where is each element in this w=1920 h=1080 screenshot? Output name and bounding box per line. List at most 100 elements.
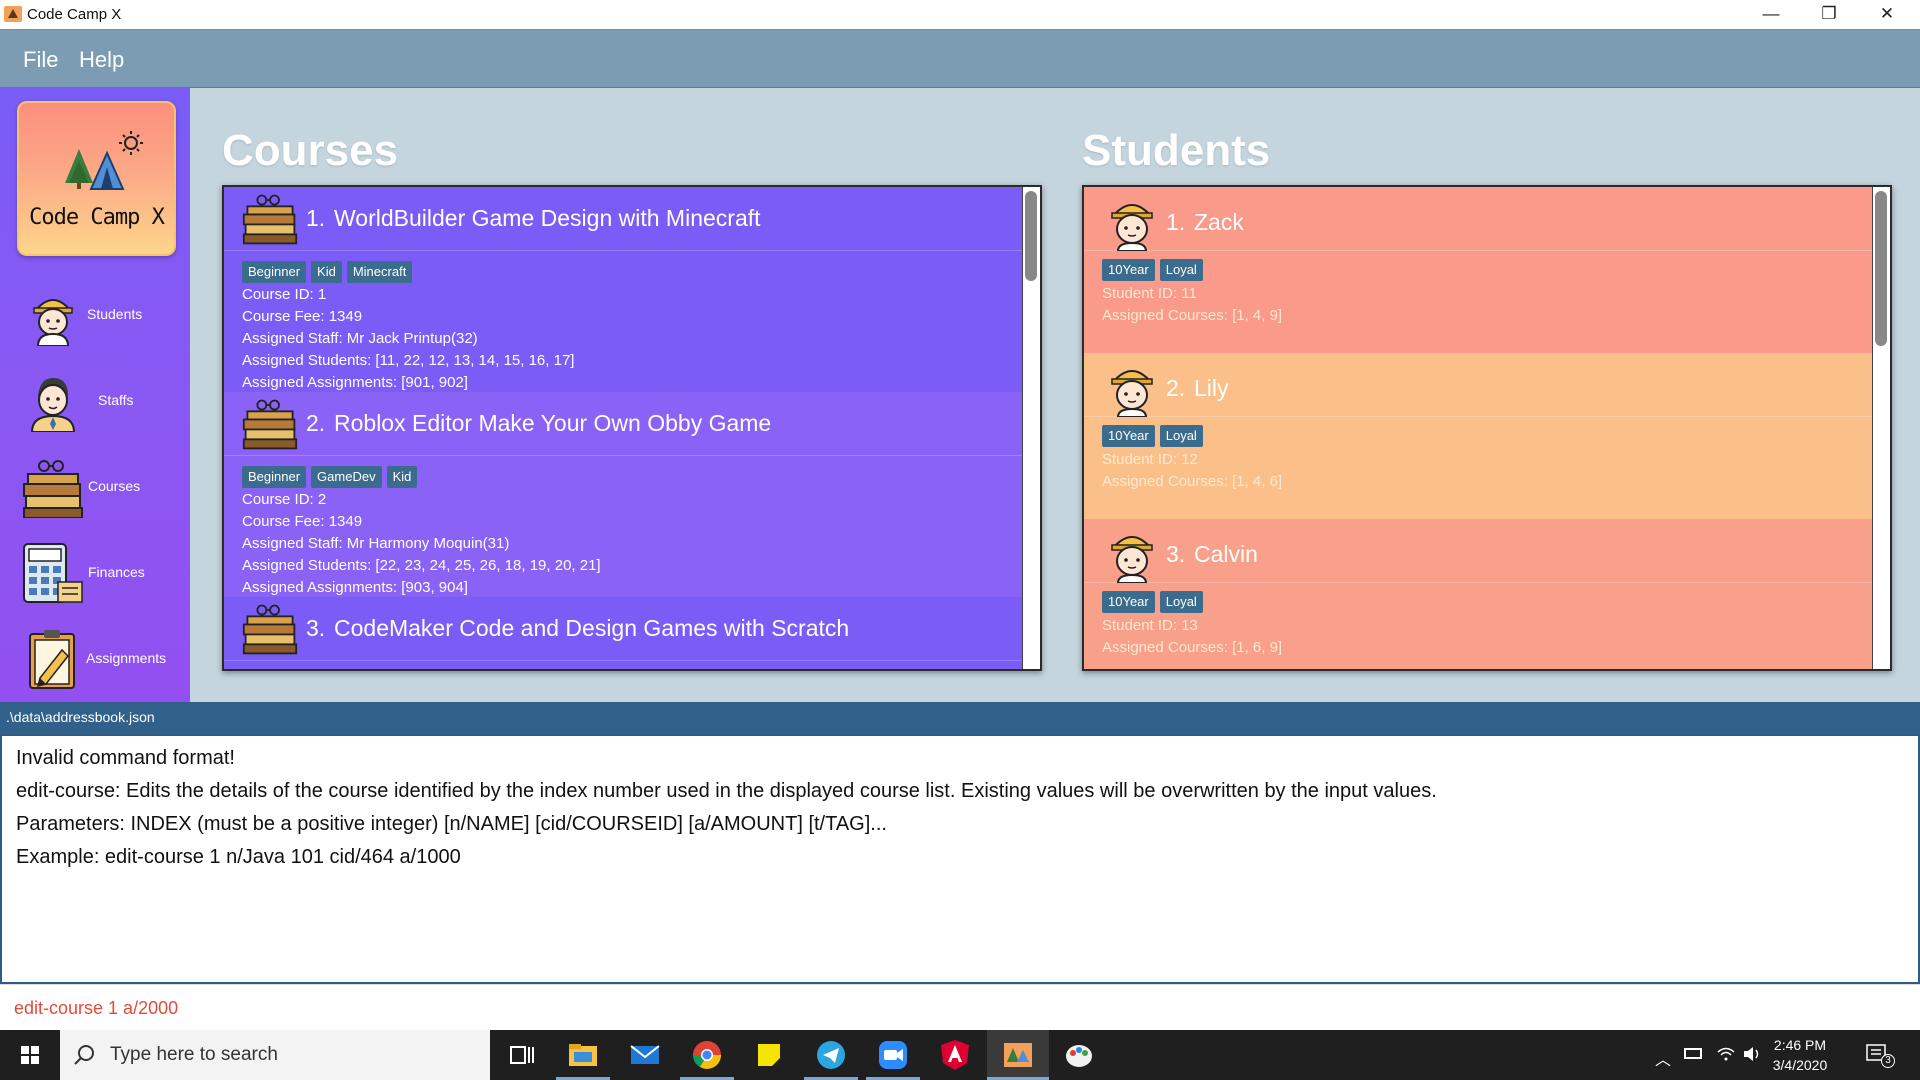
sidebar-item-staffs[interactable]: Staffs bbox=[0, 362, 190, 442]
result-line: Parameters: INDEX (must be a positive in… bbox=[16, 813, 887, 835]
tag: Loyal bbox=[1159, 591, 1203, 613]
course-assignments: Assigned Assignments: [901, 902] bbox=[242, 374, 468, 391]
student-name: Lily bbox=[1194, 375, 1229, 401]
tray-chevron-icon[interactable]: ︿ bbox=[1655, 1046, 1671, 1070]
course-card[interactable]: 1. WorldBuilder Game Design with Minecra… bbox=[224, 187, 1024, 392]
staff-icon bbox=[30, 378, 76, 432]
chrome-icon[interactable] bbox=[680, 1038, 734, 1080]
student-list[interactable]: 1. Zack 10Year Loyal Student ID: 11 Assig… bbox=[1082, 185, 1892, 671]
main-content: Courses Students 1. WorldBuilder Game De… bbox=[190, 88, 1920, 702]
windows-icon bbox=[21, 1046, 39, 1064]
student-tags: 10Year Loyal bbox=[1102, 425, 1208, 447]
scrollbar-thumb[interactable] bbox=[1875, 191, 1887, 346]
task-view-icon[interactable] bbox=[505, 1038, 539, 1072]
close-button[interactable]: ✕ bbox=[1858, 0, 1916, 29]
sidebar-label-staffs: Staffs bbox=[98, 392, 134, 408]
volume-icon[interactable] bbox=[1742, 1044, 1762, 1069]
logo-text: Code Camp X bbox=[29, 205, 165, 230]
sidebar-item-assignments[interactable]: Assignments bbox=[0, 620, 190, 700]
student-id: Student ID: 13 bbox=[1102, 617, 1198, 634]
tag: 10Year bbox=[1102, 591, 1155, 613]
paint-icon[interactable] bbox=[1062, 1038, 1096, 1072]
wifi-icon[interactable] bbox=[1716, 1044, 1736, 1069]
student-list-scrollbar[interactable] bbox=[1872, 187, 1890, 669]
tag: Kid bbox=[311, 261, 342, 283]
student-icon bbox=[33, 299, 73, 346]
course-staff: Assigned Staff: Mr Jack Printup(32) bbox=[242, 330, 478, 347]
taskbar-active-app[interactable] bbox=[987, 1030, 1049, 1080]
code-camp-x-icon bbox=[1004, 1043, 1032, 1067]
course-index: 2. bbox=[306, 410, 326, 436]
student-tags: 10Year Loyal bbox=[1102, 259, 1208, 281]
course-index: 3. bbox=[306, 615, 326, 641]
scrollbar-thumb[interactable] bbox=[1025, 191, 1037, 281]
course-list-scrollbar[interactable] bbox=[1022, 187, 1040, 669]
notification-center-icon[interactable]: 3 bbox=[1866, 1044, 1895, 1073]
file-explorer-icon[interactable] bbox=[556, 1038, 610, 1080]
calculator-icon bbox=[23, 543, 83, 603]
course-card-header: 2. Roblox Editor Make Your Own Obby Game bbox=[224, 392, 1024, 456]
app-icon bbox=[4, 6, 22, 22]
tag: Minecraft bbox=[346, 261, 413, 283]
student-index: 1. bbox=[1166, 209, 1186, 235]
result-display: Invalid command format! edit-course: Edi… bbox=[0, 734, 1920, 984]
command-box[interactable]: edit-course 1 a/2000 bbox=[0, 984, 1920, 1030]
result-line: edit-course: Edits the details of the co… bbox=[16, 780, 1437, 802]
course-name: WorldBuilder Game Design with Minecraft bbox=[334, 205, 761, 231]
course-students: Assigned Students: [22, 23, 24, 25, 26, … bbox=[242, 557, 601, 574]
sidebar-item-students[interactable]: Students bbox=[0, 276, 190, 356]
sidebar-item-courses[interactable]: Courses bbox=[0, 448, 190, 528]
minimize-button[interactable]: — bbox=[1742, 0, 1800, 29]
sidebar-label-students: Students bbox=[87, 306, 143, 322]
sticky-notes-icon[interactable] bbox=[752, 1038, 786, 1072]
menu-bar: File Help bbox=[0, 29, 1920, 88]
tag: 10Year bbox=[1102, 259, 1155, 281]
mail-icon[interactable] bbox=[628, 1038, 662, 1072]
student-name: Calvin bbox=[1194, 541, 1258, 567]
course-card[interactable]: 3. CodeMaker Code and Design Games with … bbox=[224, 597, 1024, 669]
student-id: Student ID: 12 bbox=[1102, 451, 1198, 468]
data-file-path: .\data\addressbook.json bbox=[6, 709, 155, 725]
menu-help[interactable]: Help bbox=[79, 47, 124, 73]
course-name: CodeMaker Code and Design Games with Scr… bbox=[334, 615, 850, 641]
search-placeholder: Type here to search bbox=[110, 1044, 278, 1065]
student-card-header: 2. Lily bbox=[1084, 353, 1874, 417]
course-index: 1. bbox=[306, 205, 326, 231]
courses-icon bbox=[242, 399, 298, 450]
maximize-button[interactable]: ❐ bbox=[1800, 0, 1858, 29]
course-card-header: 1. WorldBuilder Game Design with Minecra… bbox=[224, 187, 1024, 251]
course-id: Course ID: 1 bbox=[242, 286, 327, 303]
telegram-icon[interactable] bbox=[804, 1038, 858, 1080]
student-index: 3. bbox=[1166, 541, 1186, 567]
command-input[interactable]: edit-course 1 a/2000 bbox=[14, 998, 178, 1019]
camp-logo-icon bbox=[65, 131, 143, 190]
angular-icon[interactable] bbox=[938, 1038, 972, 1072]
student-card[interactable]: 1. Zack 10Year Loyal Student ID: 11 Assig… bbox=[1084, 187, 1874, 353]
clock[interactable]: 2:46 PM 3/4/2020 bbox=[1760, 1035, 1840, 1075]
sidebar-label-finances: Finances bbox=[88, 564, 145, 580]
course-list[interactable]: 1. WorldBuilder Game Design with Minecra… bbox=[222, 185, 1042, 671]
tag: Kid bbox=[386, 466, 418, 488]
sidebar-label-courses: Courses bbox=[88, 478, 141, 494]
battery-icon[interactable] bbox=[1684, 1048, 1702, 1059]
tag: Beginner bbox=[242, 261, 307, 283]
taskbar: Type here to search ︿ 2:46 PM 3/4/2020 3 bbox=[0, 1030, 1920, 1080]
zoom-icon[interactable] bbox=[866, 1038, 920, 1080]
student-card[interactable]: 3. Calvin 10Year Loyal Student ID: 13 Ass… bbox=[1084, 519, 1874, 669]
start-button[interactable] bbox=[0, 1030, 60, 1080]
student-card[interactable]: 2. Lily 10Year Loyal Student ID: 12 Assig… bbox=[1084, 353, 1874, 519]
assignment-icon bbox=[29, 630, 75, 689]
taskbar-search[interactable]: Type here to search bbox=[60, 1030, 490, 1080]
courses-heading: Courses bbox=[222, 126, 399, 175]
menu-file[interactable]: File bbox=[23, 47, 58, 73]
search-icon bbox=[74, 1045, 94, 1065]
sidebar-item-finances[interactable]: Finances bbox=[0, 534, 190, 614]
clock-date: 3/4/2020 bbox=[1772, 1057, 1828, 1073]
course-fee: Course Fee: 1349 bbox=[242, 308, 363, 325]
sidebar-label-assignments: Assignments bbox=[86, 650, 167, 666]
courses-icon bbox=[23, 460, 83, 518]
course-card[interactable]: 2. Roblox Editor Make Your Own Obby Game… bbox=[224, 392, 1024, 597]
student-icon bbox=[1111, 370, 1153, 417]
student-tags: 10Year Loyal bbox=[1102, 591, 1208, 613]
student-id: Student ID: 11 bbox=[1102, 285, 1197, 302]
